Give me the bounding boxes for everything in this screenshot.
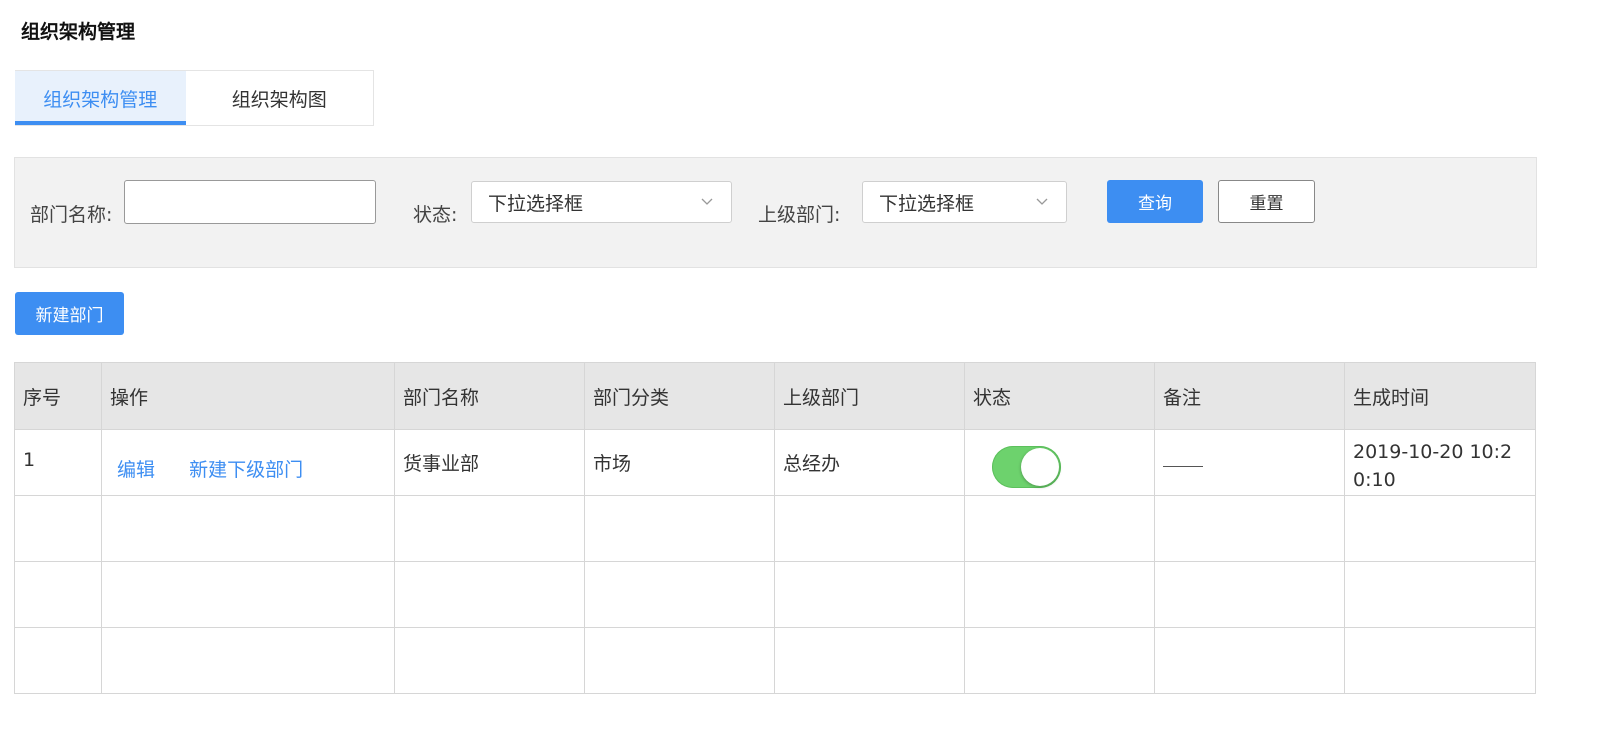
dept-name-input[interactable] (124, 180, 376, 224)
table-row: 1 编辑 新建下级部门 货事业部 市场 总经办 —— 2019-10-20 10… (14, 429, 1536, 496)
tab-org-management[interactable]: 组织架构管理 (15, 71, 186, 125)
new-dept-button[interactable]: 新建部门 (15, 292, 124, 335)
tab-org-chart[interactable]: 组织架构图 (185, 71, 373, 125)
col-header-actions: 操作 (101, 362, 395, 430)
cell-actions: 编辑 新建下级部门 (101, 429, 395, 496)
status-select-value: 下拉选择框 (488, 192, 584, 215)
cell-created-at: 2019-10-20 10:20:10 (1344, 429, 1536, 496)
cell-parent: 总经办 (774, 429, 965, 496)
filter-bar: 部门名称: 状态: 下拉选择框 上级部门: 下拉选择框 查询 重置 (14, 157, 1537, 268)
cell-note: —— (1154, 429, 1345, 496)
parent-dept-select[interactable]: 下拉选择框 (862, 181, 1067, 223)
dept-name-label: 部门名称: (30, 204, 113, 226)
parent-dept-label: 上级部门: (758, 204, 841, 226)
col-header-dept-name: 部门名称 (394, 362, 585, 430)
status-select[interactable]: 下拉选择框 (471, 181, 732, 223)
col-header-category: 部门分类 (584, 362, 775, 430)
page-title: 组织架构管理 (21, 21, 136, 43)
cell-status (964, 429, 1155, 496)
col-header-parent: 上级部门 (774, 362, 965, 430)
status-label: 状态: (413, 204, 458, 226)
col-header-note: 备注 (1154, 362, 1345, 430)
cell-index: 1 (14, 429, 102, 496)
table-row (14, 561, 1536, 628)
chevron-down-icon (701, 198, 713, 205)
chevron-down-icon (1036, 198, 1048, 205)
new-sub-dept-link[interactable]: 新建下级部门 (189, 455, 303, 482)
reset-button[interactable]: 重置 (1218, 180, 1315, 223)
col-header-index: 序号 (14, 362, 102, 430)
col-header-created-at: 生成时间 (1344, 362, 1536, 430)
parent-dept-select-value: 下拉选择框 (879, 192, 975, 215)
col-header-status: 状态 (964, 362, 1155, 430)
status-toggle[interactable] (992, 446, 1061, 488)
table-row (14, 495, 1536, 562)
cell-category: 市场 (584, 429, 775, 496)
edit-link[interactable]: 编辑 (117, 455, 155, 482)
dept-table: 序号 操作 部门名称 部门分类 上级部门 状态 备注 生成时间 1 编辑 新建下… (14, 362, 1536, 694)
toggle-knob (1021, 448, 1059, 486)
table-header-row: 序号 操作 部门名称 部门分类 上级部门 状态 备注 生成时间 (14, 362, 1536, 430)
tab-bar: 组织架构管理 组织架构图 (15, 70, 374, 126)
note-dash: —— (1163, 466, 1203, 467)
cell-dept-name: 货事业部 (394, 429, 585, 496)
table-row (14, 627, 1536, 694)
query-button[interactable]: 查询 (1107, 180, 1203, 223)
